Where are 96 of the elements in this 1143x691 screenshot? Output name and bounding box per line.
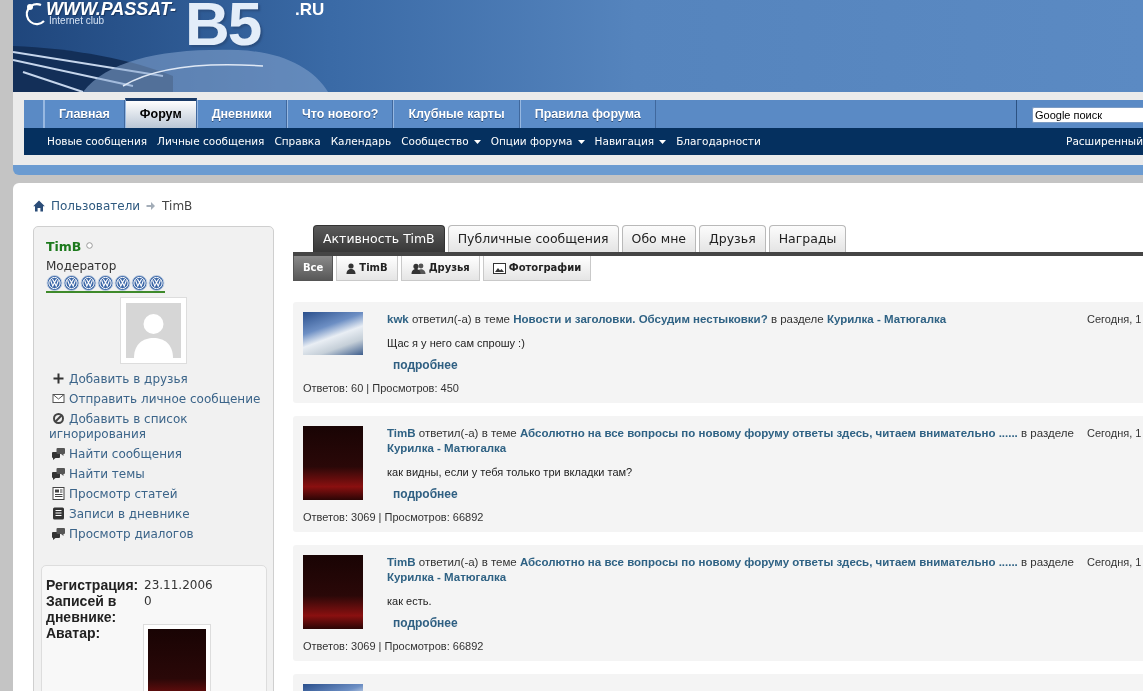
- profile-tab[interactable]: Награды: [768, 225, 847, 252]
- emblem-icon: [63, 275, 80, 291]
- person-icon: [346, 262, 357, 274]
- notebook-icon: [52, 506, 65, 520]
- document-icon: [52, 486, 65, 500]
- envelope-icon: [52, 391, 65, 405]
- profile-tab[interactable]: Публичные сообщения: [447, 225, 619, 252]
- emblem-icon: [131, 275, 148, 291]
- search-field[interactable]: Google поиск: [1032, 107, 1143, 123]
- caret-icon: [577, 139, 585, 144]
- more-link[interactable]: подробнее: [393, 358, 458, 373]
- subnav-link[interactable]: Опции форума: [485, 128, 590, 155]
- subnav-link[interactable]: Благодарности: [671, 128, 766, 155]
- author-link[interactable]: TimB: [387, 427, 416, 439]
- username: TimB: [46, 239, 82, 254]
- nav-tab[interactable]: Правила форума: [519, 100, 656, 128]
- info-label: Записей в дневнике:: [46, 593, 118, 625]
- chat-bubbles-icon: [52, 466, 65, 480]
- avatar-silhouette: [120, 297, 187, 364]
- picture-icon: [492, 262, 506, 274]
- section-link[interactable]: Курилка - Матюгалка: [387, 442, 507, 454]
- emblem-icon: [114, 275, 131, 291]
- nav-tab[interactable]: Клубные карты: [393, 100, 520, 128]
- profile-action-link[interactable]: Просмотр статей: [49, 484, 264, 504]
- activity-title: kwk ответил(-а) в теме Новости и заголовки. Обсудим нестыковки? в разделе Курилка - Матюгалка: [387, 312, 948, 327]
- profile-action-link[interactable]: Найти темы: [49, 464, 264, 484]
- profile-action-link[interactable]: Добавить в друзья: [49, 369, 264, 389]
- profile-action-link[interactable]: Просмотр диалогов: [49, 524, 264, 544]
- profile-tab[interactable]: Активность TimB: [313, 225, 445, 252]
- subnav-link[interactable]: Календарь: [325, 128, 397, 155]
- thread-stats: Ответов: 3069 | Просмотров: 66892: [303, 639, 485, 653]
- post-date: Сегодня, 1: [1087, 426, 1143, 441]
- breadcrumb-link[interactable]: Пользователи: [51, 199, 141, 213]
- info-label: Аватар:: [46, 625, 102, 643]
- nav-tab[interactable]: Что нового?: [286, 100, 394, 128]
- emblem-icon: [97, 275, 114, 291]
- activity-title: TimB ответил(-а) в теме Абсолютно на все вопросы по новому форуму ответы здесь, читаем внимательно ...... в разделе Курилка - Матюгалка: [387, 426, 1075, 456]
- post-snippet: как есть.: [387, 594, 433, 608]
- plus-icon: [52, 371, 65, 385]
- logo-mark: B5: [185, 0, 261, 55]
- post-snippet: как видны, если у тебя только три вкладки там?: [387, 465, 634, 479]
- post-date: Сегодня, 1: [1087, 555, 1143, 570]
- activity-title: TimB ответил(-а) в теме Абсолютно на все вопросы по новому форуму ответы здесь, читаем внимательно ...... в разделе Курилка - Матюгалка: [387, 555, 1075, 585]
- post-snippet: Щас я у него сам спрошу :): [387, 336, 526, 350]
- filter-tab[interactable]: Друзья: [400, 256, 480, 281]
- section-link[interactable]: Курилка - Матюгалка: [826, 313, 947, 325]
- nav-tab[interactable]: Форум: [124, 98, 197, 128]
- caret-icon: [473, 139, 481, 144]
- filter-tab[interactable]: Фотографии: [482, 256, 592, 281]
- topic-link[interactable]: Абсолютно на все вопросы по новому форуму ответы здесь, читаем внимательно ......: [519, 556, 1018, 568]
- caret-icon: [659, 139, 667, 144]
- prohibited-icon: [52, 411, 65, 425]
- topic-link[interactable]: Абсолютно на все вопросы по новому форуму ответы здесь, читаем внимательно ......: [519, 427, 1018, 439]
- arrow-icon: [146, 201, 157, 211]
- site-name: WWW.PASSAT-: [46, 0, 176, 18]
- profile-action-link[interactable]: Записи в дневнике: [49, 504, 264, 524]
- advanced-search-link[interactable]: Расширенный: [1066, 128, 1143, 155]
- author-link[interactable]: TimB: [387, 556, 416, 568]
- thread-stats: Ответов: 60 | Просмотров: 450: [303, 381, 460, 395]
- user-title: Модератор: [46, 259, 118, 274]
- author-link[interactable]: kwk: [387, 313, 409, 325]
- profile-tab[interactable]: Друзья: [699, 225, 766, 252]
- subnav-link[interactable]: Сообщество: [396, 128, 486, 155]
- home-icon[interactable]: [33, 200, 45, 212]
- logo-ring-icon: [25, 2, 45, 28]
- emblem-icon: [148, 275, 165, 291]
- nav-tab[interactable]: Главная: [44, 100, 125, 128]
- people-icon: [410, 262, 426, 274]
- profile-action-link[interactable]: Найти сообщения: [49, 444, 264, 464]
- profile-action-link[interactable]: Отправить личное сообщение: [49, 389, 264, 409]
- filter-tab[interactable]: Все: [293, 256, 334, 281]
- subnav-link[interactable]: Личные сообщения: [152, 128, 270, 155]
- profile-tab[interactable]: Обо мне: [621, 225, 696, 252]
- info-value: 23.11.2006: [144, 577, 214, 593]
- info-label: Регистрация:: [46, 577, 140, 593]
- profile-action-link[interactable]: Добавить в список игнорирования: [49, 409, 264, 444]
- logo-domain: .RU: [295, 1, 325, 18]
- thread-stats: Ответов: 3069 | Просмотров: 66892: [303, 510, 485, 524]
- breadcrumb-current: TimB: [162, 199, 193, 213]
- subnav-link[interactable]: Навигация: [589, 128, 672, 155]
- subnav-link[interactable]: Новые сообщения: [42, 128, 153, 155]
- post-date: Сегодня, 1: [1087, 312, 1143, 327]
- chat-bubbles-icon: [52, 446, 65, 460]
- emblem-icon: [46, 275, 63, 291]
- nav-tab[interactable]: Дневники: [196, 100, 287, 128]
- more-link[interactable]: подробнее: [393, 616, 458, 631]
- filter-tab[interactable]: TimB: [336, 256, 398, 281]
- subnav-link[interactable]: Справка: [269, 128, 326, 155]
- info-value: 0: [144, 593, 153, 610]
- topic-link[interactable]: Новости и заголовки. Обсудим нестыковки?: [513, 313, 768, 325]
- chat-bubbles-icon: [52, 526, 65, 540]
- emblem-icon: [80, 275, 97, 291]
- avatar-photo: [303, 312, 363, 355]
- logo-tagline: Internet club: [49, 16, 105, 26]
- more-link[interactable]: подробнее: [393, 487, 458, 502]
- section-link[interactable]: Курилка - Матюгалка: [387, 571, 507, 583]
